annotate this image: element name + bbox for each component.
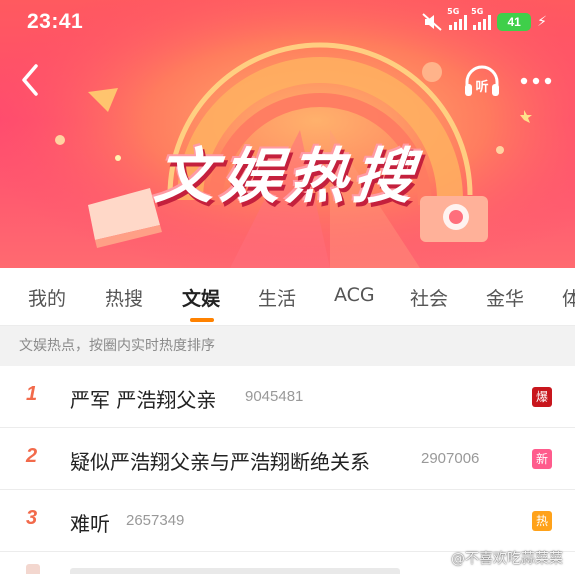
watermark: @不喜欢吃蒜菜菜: [451, 551, 563, 567]
listen-label: 听: [475, 79, 488, 95]
more-icon: [520, 77, 552, 85]
battery-icon: 41: [497, 13, 532, 31]
rank-number: 3: [26, 507, 38, 529]
mute-icon: [422, 13, 442, 31]
signal-icon: 5G: [447, 7, 468, 30]
heat-count: 2907006: [421, 450, 480, 467]
tab-mine[interactable]: 我的: [28, 284, 66, 311]
item-title: 难听: [70, 512, 110, 536]
list-item[interactable]: 2 疑似严浩翔父亲与严浩翔断绝关系 2907006 新: [0, 428, 575, 490]
new-badge: 新: [532, 449, 552, 469]
category-tabs: 我的 热搜 文娱 生活 ACG 社会 金华 体: [0, 268, 575, 326]
heat-count: 9045481: [245, 388, 304, 405]
more-button[interactable]: [516, 66, 556, 96]
tab-hot-search[interactable]: 热搜: [105, 284, 143, 311]
item-title-placeholder: [70, 568, 400, 574]
signal-icon: 5G: [471, 7, 492, 30]
status-time: 23:41: [27, 10, 84, 33]
network-type-label: 5G: [471, 7, 484, 16]
header-banner: 23:41 5G 5G 41 ⚡ 听 文娱热搜: [0, 0, 575, 268]
list-description: 文娱热点，按圈内实时热度排序: [0, 326, 575, 366]
tab-jinhua[interactable]: 金华: [486, 284, 524, 311]
tab-society[interactable]: 社会: [410, 284, 448, 311]
rank-number: 1: [26, 383, 38, 405]
tab-sports-partial[interactable]: 体: [562, 284, 575, 311]
charging-icon: ⚡: [537, 14, 547, 30]
tab-acg[interactable]: ACG: [334, 284, 375, 306]
network-type-label: 5G: [447, 7, 460, 16]
hot-badge: 爆: [532, 387, 552, 407]
active-tab-indicator: [190, 318, 214, 322]
banner-title: 文娱热搜: [151, 142, 423, 212]
item-title: 严军 严浩翔父亲: [70, 388, 217, 412]
heat-count: 2657349: [126, 512, 185, 529]
back-button[interactable]: [14, 60, 48, 100]
list-item[interactable]: 1 严军 严浩翔父亲 9045481 爆: [0, 366, 575, 428]
headphones-icon: 听: [465, 65, 499, 96]
tab-entertainment[interactable]: 文娱: [182, 284, 220, 311]
listen-button[interactable]: 听: [462, 62, 502, 100]
status-icons: 5G 5G 41 ⚡: [421, 7, 547, 33]
list-item[interactable]: 3 难听 2657349 热: [0, 490, 575, 552]
tab-life[interactable]: 生活: [258, 284, 296, 311]
status-bar: 23:41 5G 5G 41 ⚡: [0, 0, 575, 44]
trending-badge: 热: [532, 511, 552, 531]
item-title: 疑似严浩翔父亲与严浩翔断绝关系: [70, 450, 370, 474]
chevron-left-icon: [22, 64, 38, 96]
rank-placeholder: [26, 564, 40, 574]
rank-number: 2: [26, 445, 38, 467]
